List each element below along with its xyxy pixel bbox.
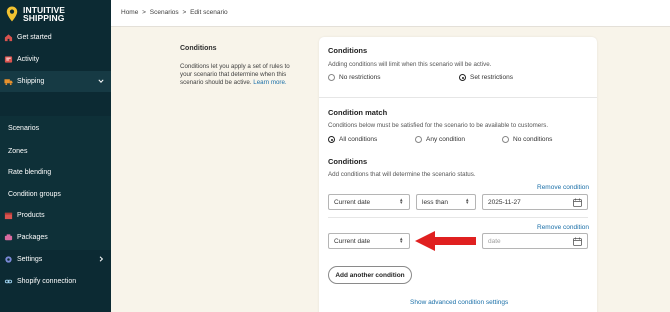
- condition-field-select[interactable]: Current date ▴ ▾: [328, 233, 410, 249]
- sidebar-item-products[interactable]: Products: [0, 205, 111, 226]
- breadcrumb-separator: >: [182, 9, 187, 16]
- chevron-right-icon: [99, 256, 104, 262]
- brand-name: INTUITIVE SHIPPING: [23, 4, 65, 23]
- box-icon: [4, 212, 13, 220]
- location-pin-icon: [6, 6, 18, 21]
- condition-field-select[interactable]: Current date ▴ ▾: [328, 194, 410, 210]
- radio-all-conditions[interactable]: All conditions: [328, 136, 377, 143]
- sidebar-item-packages[interactable]: Packages: [0, 227, 111, 248]
- calendar-icon[interactable]: [573, 198, 582, 207]
- calendar-icon[interactable]: [573, 237, 582, 246]
- condition-date-input[interactable]: date: [482, 233, 588, 249]
- activity-icon: [4, 56, 13, 63]
- divider: [328, 217, 588, 218]
- condition-match-heading: Condition match: [328, 108, 388, 117]
- brand-logo[interactable]: INTUITIVE SHIPPING: [0, 0, 111, 27]
- select-caret-icon: ▴ ▾: [400, 236, 403, 245]
- breadcrumb-scenarios[interactable]: Scenarios: [150, 9, 179, 16]
- package-icon: [4, 234, 13, 241]
- sidebar-item-rate-blending[interactable]: Rate blending: [0, 162, 111, 183]
- radio-button[interactable]: [415, 136, 422, 143]
- radio-set-restrictions[interactable]: Set restrictions: [459, 74, 513, 81]
- radio-button-selected[interactable]: [328, 136, 335, 143]
- radio-no-conditions[interactable]: No conditions: [502, 136, 552, 143]
- link-icon: [4, 279, 13, 284]
- remove-condition-link[interactable]: Remove condition: [537, 184, 589, 191]
- radio-any-condition[interactable]: Any condition: [415, 136, 465, 143]
- condition-date-input[interactable]: 2025-11-27: [482, 194, 588, 210]
- select-caret-icon: ▴ ▾: [466, 197, 469, 206]
- remove-condition-link[interactable]: Remove condition: [537, 224, 589, 231]
- sidebar-item-settings[interactable]: Settings: [0, 249, 111, 270]
- radio-button-selected[interactable]: [459, 74, 466, 81]
- sidebar-item-zones[interactable]: Zones: [0, 141, 111, 162]
- gear-icon: [5, 256, 12, 263]
- sidebar-item-condition-groups[interactable]: Condition groups: [0, 184, 111, 205]
- breadcrumb-current: Edit scenario: [190, 9, 228, 16]
- radio-button[interactable]: [328, 74, 335, 81]
- learn-more-link[interactable]: Learn more.: [253, 79, 286, 86]
- sidebar-item-activity[interactable]: Activity: [0, 49, 111, 70]
- breadcrumb-separator: >: [142, 9, 146, 16]
- sidebar-item-shopify-connection[interactable]: Shopify connection: [0, 271, 111, 292]
- divider: [319, 97, 597, 98]
- breadcrumb-home[interactable]: Home: [121, 9, 138, 16]
- add-another-condition-button[interactable]: Add another condition: [328, 266, 412, 284]
- sidebar-item-scenarios[interactable]: Scenarios: [0, 118, 111, 139]
- radio-no-restrictions[interactable]: No restrictions: [328, 74, 381, 81]
- radio-button[interactable]: [502, 136, 509, 143]
- section-description: Conditions let you apply a set of rules …: [180, 63, 290, 86]
- condition-match-description: Conditions below must be satisfied for t…: [328, 122, 549, 129]
- show-advanced-settings-link[interactable]: Show advanced condition settings: [410, 299, 508, 306]
- truck-icon: [4, 79, 13, 86]
- condition-operator-select[interactable]: less than ▴ ▾: [416, 194, 476, 210]
- sidebar-item-shipping[interactable]: Shipping: [0, 71, 111, 92]
- conditions-list-heading: Conditions: [328, 157, 368, 166]
- chevron-down-icon: [98, 79, 104, 83]
- annotation-arrow-icon: [415, 231, 476, 251]
- top-bar: Home > Scenarios > Edit scenario: [111, 0, 670, 27]
- sidebar: INTUITIVE SHIPPING Get started Activity …: [0, 0, 111, 312]
- conditions-list-description: Add conditions that will determine the s…: [328, 171, 476, 178]
- conditions-description: Adding conditions will limit when this s…: [328, 61, 492, 68]
- select-caret-icon: ▴ ▾: [400, 197, 403, 206]
- breadcrumb: Home > Scenarios > Edit scenario: [121, 9, 230, 16]
- section-title: Conditions: [180, 45, 217, 52]
- conditions-heading: Conditions: [328, 46, 368, 55]
- sidebar-item-get-started[interactable]: Get started: [0, 27, 111, 48]
- home-icon: [4, 34, 13, 42]
